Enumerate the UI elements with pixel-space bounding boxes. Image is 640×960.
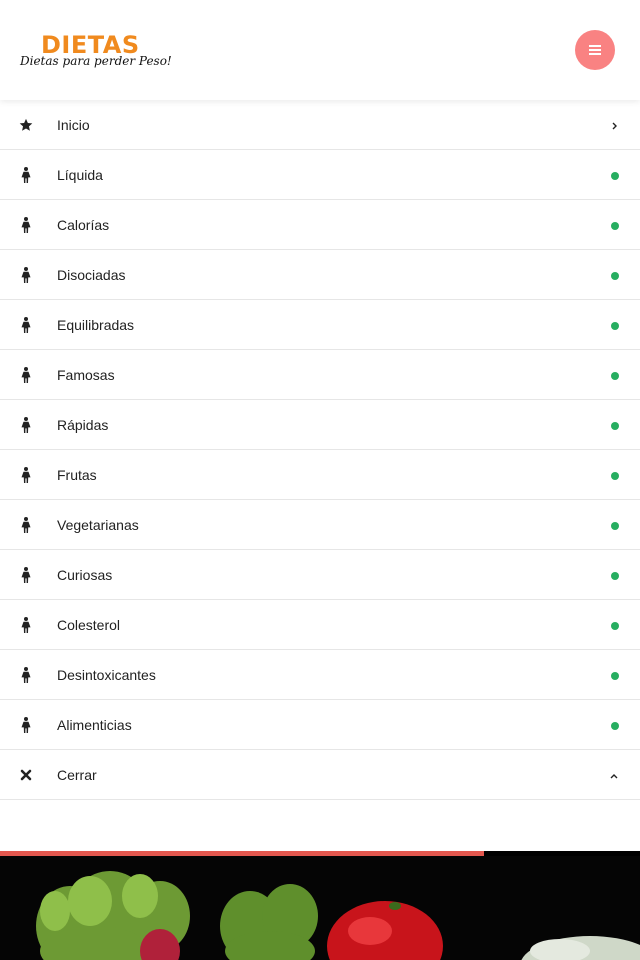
star-icon [18, 117, 34, 133]
menu-item[interactable]: Rápidas [0, 400, 640, 450]
menu-item-label: Disociadas [57, 267, 126, 283]
status-dot [611, 722, 619, 730]
menu-item[interactable]: Desintoxicantes [0, 650, 640, 700]
menu-item[interactable]: Curiosas [0, 550, 640, 600]
status-dot [611, 472, 619, 480]
status-dot [611, 372, 619, 380]
logo-subtitle: Dietas para perder Peso! [20, 54, 172, 68]
menu-toggle-button[interactable] [575, 30, 615, 70]
female-icon [18, 317, 34, 333]
menu-item[interactable]: Inicio [0, 100, 640, 150]
menu-item-label: Curiosas [57, 567, 113, 583]
close-icon [18, 767, 34, 783]
female-icon [18, 717, 34, 733]
menu-item-label: Rápidas [57, 417, 109, 433]
hero-image [0, 856, 640, 960]
female-icon [18, 667, 34, 683]
female-icon [18, 517, 34, 533]
menu-item-label: Alimenticias [57, 717, 132, 733]
menu-item[interactable]: Colesterol [0, 600, 640, 650]
menu-item-label: Vegetarianas [57, 517, 139, 533]
female-icon [18, 167, 34, 183]
menu-item-label: Calorías [57, 217, 110, 233]
menu-item[interactable]: Vegetarianas [0, 500, 640, 550]
menu-item-label: Equilibradas [57, 317, 135, 333]
chevron-right-icon [608, 119, 620, 131]
status-dot [611, 172, 619, 180]
female-icon [18, 267, 34, 283]
menu-item[interactable]: Equilibradas [0, 300, 640, 350]
menu-item[interactable]: Líquida [0, 150, 640, 200]
menu-item-label: Colesterol [57, 617, 121, 633]
status-dot [611, 422, 619, 430]
status-dot [611, 572, 619, 580]
menu-item-label: Desintoxicantes [57, 667, 156, 683]
menu-item[interactable]: Famosas [0, 350, 640, 400]
menu-item-label: Cerrar [57, 767, 97, 783]
status-dot [611, 322, 619, 330]
status-dot [611, 272, 619, 280]
menu-item[interactable]: Frutas [0, 450, 640, 500]
female-icon [18, 217, 34, 233]
female-icon [18, 467, 34, 483]
hamburger-icon [589, 45, 601, 55]
menu-item-label: Líquida [57, 167, 103, 183]
menu-item[interactable]: Disociadas [0, 250, 640, 300]
female-icon [18, 417, 34, 433]
status-dot [611, 222, 619, 230]
female-icon [18, 367, 34, 383]
menu-item[interactable]: Cerrar [0, 750, 640, 800]
menu-item[interactable]: Alimenticias [0, 700, 640, 750]
status-dot [611, 672, 619, 680]
menu-item[interactable]: Calorías [0, 200, 640, 250]
menu-item-label: Frutas [57, 467, 97, 483]
vegetables-photo [36, 871, 640, 960]
female-icon [18, 617, 34, 633]
menu-item-label: Famosas [57, 367, 115, 383]
menu-item-label: Inicio [57, 117, 90, 133]
status-dot [611, 622, 619, 630]
main-menu: Inicio Líquida Calorías Disociadas Equilibra… [0, 100, 640, 800]
female-icon [18, 567, 34, 583]
site-header: DIETAS Dietas para perder Peso! [0, 0, 640, 100]
status-dot [611, 522, 619, 530]
chevron-up-icon [608, 769, 620, 781]
